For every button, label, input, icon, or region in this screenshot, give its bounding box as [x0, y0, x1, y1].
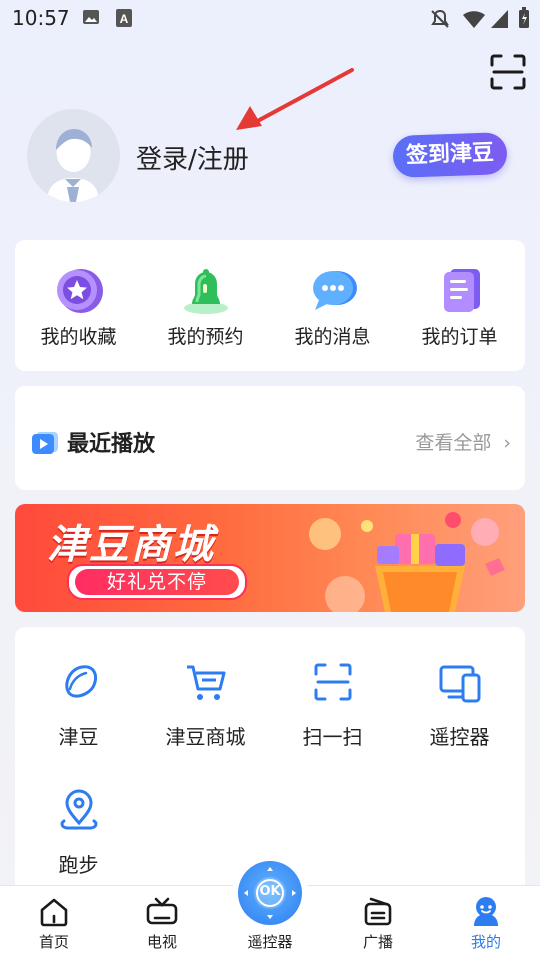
svg-text:A: A [120, 12, 129, 26]
scan-button[interactable] [490, 54, 526, 90]
bean-tool[interactable]: 津豆 [15, 627, 142, 749]
remote-label: 遥控器 [429, 725, 490, 749]
nav-radio-label: 广播 [362, 933, 393, 951]
star-badge-icon [57, 269, 103, 313]
checkin-button[interactable]: 签到津豆 [392, 132, 508, 178]
login-register-link[interactable]: 登录/注册 [136, 139, 249, 176]
view-all-label: 查看全部 [415, 432, 492, 454]
battery-icon [519, 7, 529, 28]
location-pin-icon [60, 789, 98, 830]
remote-ok-button[interactable]: OK [232, 855, 308, 931]
nav-home[interactable]: 首页 [0, 886, 108, 961]
reservations-label: 我的预约 [167, 326, 244, 348]
recent-plays-title: 最近播放 [67, 432, 156, 457]
nav-home-label: 首页 [38, 933, 69, 951]
orders-label: 我的订单 [421, 326, 498, 348]
running-tool[interactable]: 跑步 [15, 755, 142, 877]
nav-tv[interactable]: 电视 [108, 886, 216, 961]
mall-label: 津豆商城 [165, 725, 246, 749]
scan-tool[interactable]: 扫一扫 [269, 627, 396, 749]
nav-radio[interactable]: 广播 [324, 886, 432, 961]
nav-tv-label: 电视 [146, 933, 177, 951]
nav-mine-label: 我的 [470, 933, 501, 951]
play-video-icon [32, 432, 58, 454]
profile-icon [474, 897, 498, 926]
running-label: 跑步 [58, 853, 99, 877]
nav-mine[interactable]: 我的 [432, 886, 540, 961]
reservations-button[interactable]: 我的预约 [142, 240, 269, 371]
quick-links-card: 我的收藏 我的预约 我的消息 我的订单 [15, 240, 525, 371]
default-user-icon [47, 129, 99, 202]
radio-icon [364, 897, 392, 926]
nav-remote-label: 遥控器 [247, 933, 293, 951]
red-arrow-annotation [236, 68, 354, 130]
scan-label: 扫一扫 [302, 725, 363, 749]
bean-label: 津豆 [58, 725, 99, 749]
status-bar: 10:57 A [0, 0, 540, 36]
tv-icon [146, 897, 178, 925]
banner-subtitle-pill: 好礼兑不停 [67, 564, 247, 600]
banner-subtitle: 好礼兑不停 [75, 569, 239, 595]
remote-ok-text: OK [259, 884, 281, 899]
wifi-icon [463, 11, 485, 28]
mute-bell-icon [431, 9, 449, 28]
status-time: 10:57 [12, 6, 70, 30]
recent-plays-card: 最近播放 查看全部 › [15, 386, 525, 490]
messages-button[interactable]: 我的消息 [269, 240, 396, 371]
avatar[interactable] [27, 109, 120, 202]
scan-icon [314, 663, 352, 701]
orders-button[interactable]: 我的订单 [396, 240, 523, 371]
remote-tool[interactable]: 遥控器 [396, 627, 523, 749]
signal-icon [491, 10, 508, 28]
gift-basket-illustration [309, 512, 505, 612]
remote-ok-icon: OK [238, 861, 302, 925]
order-list-icon [444, 269, 480, 312]
bean-icon [65, 665, 97, 698]
a-text-icon: A [116, 9, 132, 27]
devices-icon [439, 665, 481, 703]
banner-title: 津豆商城 [47, 522, 215, 568]
mall-banner[interactable]: 津豆商城 好礼兑不停 [15, 504, 525, 612]
favorites-label: 我的收藏 [40, 326, 117, 348]
home-icon [40, 898, 68, 927]
mall-tool[interactable]: 津豆商城 [142, 627, 269, 749]
view-all-link[interactable]: 查看全部 › [415, 428, 511, 455]
chevron-right-icon: › [503, 432, 511, 454]
messages-label: 我的消息 [294, 326, 371, 348]
gallery-icon [83, 10, 99, 24]
chat-bubble-icon [313, 271, 357, 310]
cart-icon [187, 665, 226, 700]
bell-icon [184, 269, 228, 314]
favorites-button[interactable]: 我的收藏 [15, 240, 142, 371]
